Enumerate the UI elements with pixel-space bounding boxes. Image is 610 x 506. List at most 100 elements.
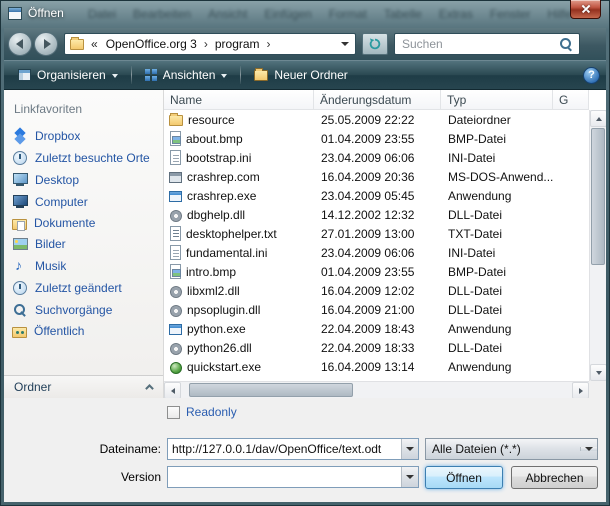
version-combobox[interactable] bbox=[167, 466, 419, 488]
organize-button[interactable]: Organisieren bbox=[10, 64, 126, 86]
close-button[interactable] bbox=[570, 0, 601, 19]
sidebar-item-icon bbox=[12, 327, 27, 338]
version-input[interactable] bbox=[168, 467, 401, 487]
file-icon bbox=[169, 324, 182, 335]
file-row[interactable]: bootstrap.ini 23.04.2009 06:06 INI-Datei bbox=[164, 148, 589, 167]
filename-dropdown-button[interactable] bbox=[401, 439, 418, 459]
horizontal-scrollbar[interactable] bbox=[164, 381, 589, 398]
favorites-header: Linkfavoriten bbox=[4, 100, 163, 125]
chevron-down-icon bbox=[585, 447, 593, 451]
file-name-cell: dbghelp.dll bbox=[164, 208, 314, 222]
vertical-scroll-thumb[interactable] bbox=[591, 128, 605, 265]
file-row[interactable]: intro.bmp 01.04.2009 23:55 BMP-Datei bbox=[164, 262, 589, 281]
sidebar-item[interactable]: Dropbox bbox=[4, 125, 163, 147]
arrow-left-icon bbox=[171, 388, 175, 394]
refresh-button[interactable] bbox=[362, 33, 388, 55]
column-header[interactable]: Änderungsdatum bbox=[314, 90, 441, 109]
sidebar-item[interactable]: Öffentlich bbox=[4, 321, 163, 341]
help-button[interactable]: ? bbox=[583, 67, 600, 84]
new-folder-button[interactable]: Neuer Ordner bbox=[246, 64, 355, 86]
sidebar-item[interactable]: Musik bbox=[4, 255, 163, 277]
sidebar-item-icon bbox=[12, 172, 28, 188]
sidebar-item[interactable]: Zuletzt besuchte Orte bbox=[4, 147, 163, 169]
file-name-cell: fundamental.ini bbox=[164, 245, 314, 260]
column-header[interactable]: Name bbox=[164, 90, 314, 109]
sidebar-item[interactable]: Zuletzt geändert bbox=[4, 277, 163, 299]
sidebar-item-icon bbox=[12, 128, 28, 144]
filename-input[interactable] bbox=[168, 439, 401, 459]
back-button[interactable] bbox=[8, 32, 32, 56]
filetype-dropdown-button[interactable] bbox=[580, 447, 597, 451]
sidebar-item[interactable]: Bilder bbox=[4, 233, 163, 255]
views-button[interactable]: Ansichten bbox=[137, 64, 236, 86]
file-icon bbox=[170, 131, 181, 146]
chevron-up-icon bbox=[145, 383, 153, 391]
file-date: 22.04.2009 18:43 bbox=[314, 322, 441, 336]
folders-expander[interactable]: Ordner bbox=[4, 375, 163, 398]
cancel-button[interactable]: Abbrechen bbox=[511, 466, 598, 489]
views-icon bbox=[145, 69, 157, 81]
file-name: python.exe bbox=[187, 322, 246, 336]
file-type: BMP-Datei bbox=[441, 132, 553, 146]
sidebar-item[interactable]: Suchvorgänge bbox=[4, 299, 163, 321]
file-name: crashrep.exe bbox=[187, 189, 256, 203]
readonly-option[interactable]: Readonly bbox=[167, 405, 237, 419]
file-icon bbox=[169, 115, 183, 126]
file-name: fundamental.ini bbox=[186, 246, 267, 260]
file-row[interactable]: python26.dll 22.04.2009 18:33 DLL-Datei bbox=[164, 338, 589, 357]
readonly-label: Readonly bbox=[186, 405, 237, 419]
scroll-down-button[interactable] bbox=[590, 364, 606, 381]
toolbar-separator bbox=[240, 66, 241, 84]
breadcrumb-separator[interactable]: › bbox=[265, 37, 273, 51]
file-row[interactable]: dbghelp.dll 14.12.2002 12:32 DLL-Datei bbox=[164, 205, 589, 224]
file-row[interactable]: desktophelper.txt 27.01.2009 13:00 TXT-D… bbox=[164, 224, 589, 243]
sidebar-item-icon bbox=[12, 194, 28, 210]
file-row[interactable]: fundamental.ini 23.04.2009 06:06 INI-Dat… bbox=[164, 243, 589, 262]
sidebar-item[interactable]: Dokumente bbox=[4, 213, 163, 233]
file-date: 23.04.2009 05:45 bbox=[314, 189, 441, 203]
search-input[interactable] bbox=[395, 34, 557, 54]
file-row[interactable]: libxml2.dll 16.04.2009 12:02 DLL-Datei bbox=[164, 281, 589, 300]
horizontal-scroll-thumb[interactable] bbox=[189, 383, 353, 397]
file-row[interactable]: python.exe 22.04.2009 18:43 Anwendung bbox=[164, 319, 589, 338]
breadcrumb-dropdown[interactable] bbox=[338, 42, 352, 46]
sidebar-item-label: Musik bbox=[35, 259, 66, 273]
filetype-combobox[interactable]: Alle Dateien (*.*) bbox=[425, 438, 598, 460]
breadcrumb-overflow[interactable]: « bbox=[88, 37, 101, 51]
titlebar[interactable]: DateiBearbeitenAnsichtEinfügenFormatTabe… bbox=[0, 0, 610, 28]
file-name: intro.bmp bbox=[186, 265, 236, 279]
column-header[interactable]: G bbox=[553, 90, 589, 109]
arrow-right-icon bbox=[579, 388, 583, 394]
file-row[interactable]: resource 25.05.2009 22:22 Dateiordner bbox=[164, 110, 589, 129]
file-row[interactable]: quickstart.exe 16.04.2009 13:14 Anwendun… bbox=[164, 357, 589, 376]
open-button[interactable]: Öffnen bbox=[425, 466, 503, 489]
dialog-icon bbox=[8, 7, 22, 20]
scroll-up-button[interactable] bbox=[590, 110, 606, 127]
file-row[interactable]: about.bmp 01.04.2009 23:55 BMP-Datei bbox=[164, 129, 589, 148]
breadcrumb-item[interactable]: OpenOffice.org 3 bbox=[101, 37, 202, 51]
breadcrumb-item[interactable]: program bbox=[210, 37, 265, 51]
forward-button[interactable] bbox=[34, 32, 58, 56]
refresh-icon bbox=[368, 37, 382, 51]
file-row[interactable]: npsoplugin.dll 16.04.2009 21:00 DLL-Date… bbox=[164, 300, 589, 319]
sidebar-item[interactable]: Computer bbox=[4, 191, 163, 213]
chevron-down-icon bbox=[341, 42, 349, 46]
sidebar-item[interactable]: Desktop bbox=[4, 169, 163, 191]
horizontal-scroll-track[interactable] bbox=[181, 382, 572, 398]
breadcrumb-separator[interactable]: › bbox=[202, 37, 210, 51]
chevron-down-icon bbox=[112, 74, 118, 78]
vertical-scroll-track[interactable] bbox=[590, 127, 606, 364]
vertical-scrollbar[interactable] bbox=[589, 110, 606, 381]
file-row[interactable]: crashrep.exe 23.04.2009 05:45 Anwendung bbox=[164, 186, 589, 205]
scroll-right-button[interactable] bbox=[572, 382, 589, 398]
search-box bbox=[394, 33, 580, 55]
column-header[interactable]: Typ bbox=[441, 90, 553, 109]
file-type: BMP-Datei bbox=[441, 265, 553, 279]
readonly-checkbox[interactable] bbox=[167, 406, 180, 419]
scroll-left-button[interactable] bbox=[164, 382, 181, 398]
background-menu-item: Bearbeiten bbox=[133, 7, 191, 21]
breadcrumb[interactable]: « OpenOffice.org 3›program› bbox=[64, 33, 356, 55]
background-menu-item: Format bbox=[329, 7, 367, 21]
version-dropdown-button[interactable] bbox=[401, 467, 418, 487]
file-row[interactable]: crashrep.com 16.04.2009 20:36 MS-DOS-Anw… bbox=[164, 167, 589, 186]
